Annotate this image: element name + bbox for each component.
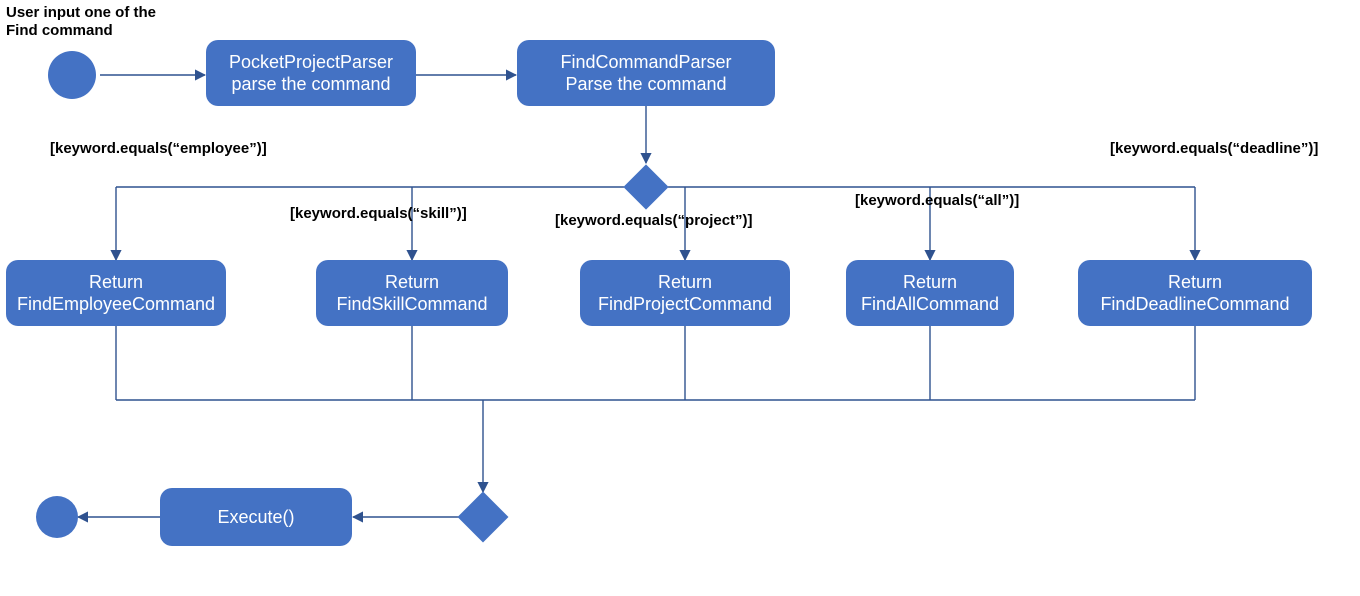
initial-node	[48, 51, 96, 99]
diagram-title: User input one of the Find command	[6, 4, 206, 40]
node-line: FindCommandParser	[560, 51, 731, 74]
node-line: PocketProjectParser	[229, 51, 393, 74]
node-findcommandparser: FindCommandParser Parse the command	[517, 40, 775, 106]
guard-project: [keyword.equals(“project”)]	[555, 212, 753, 229]
node-pocketprojectparser: PocketProjectParser parse the command	[206, 40, 416, 106]
node-line: Parse the command	[565, 73, 726, 96]
decision-node	[623, 164, 668, 209]
guard-all: [keyword.equals(“all”)]	[855, 192, 1019, 209]
node-line: Return	[89, 271, 143, 294]
node-line: Return	[1168, 271, 1222, 294]
guard-deadline: [keyword.equals(“deadline”)]	[1110, 140, 1318, 157]
guard-employee: [keyword.equals(“employee”)]	[50, 140, 267, 157]
title-line-2: Find command	[6, 22, 206, 40]
node-return-all: Return FindAllCommand	[846, 260, 1014, 326]
node-line: FindSkillCommand	[336, 293, 487, 316]
node-line: FindEmployeeCommand	[17, 293, 215, 316]
node-line: parse the command	[231, 73, 390, 96]
node-line: Return	[903, 271, 957, 294]
guard-skill: [keyword.equals(“skill”)]	[290, 205, 467, 222]
node-line: FindProjectCommand	[598, 293, 772, 316]
node-line: Execute()	[217, 506, 294, 529]
node-line: Return	[385, 271, 439, 294]
merge-node	[458, 492, 509, 543]
node-return-deadline: Return FindDeadlineCommand	[1078, 260, 1312, 326]
node-line: FindDeadlineCommand	[1100, 293, 1289, 316]
node-return-project: Return FindProjectCommand	[580, 260, 790, 326]
node-line: FindAllCommand	[861, 293, 999, 316]
node-return-skill: Return FindSkillCommand	[316, 260, 508, 326]
final-node	[36, 496, 78, 538]
node-line: Return	[658, 271, 712, 294]
title-line-1: User input one of the	[6, 4, 206, 22]
node-return-employee: Return FindEmployeeCommand	[6, 260, 226, 326]
node-execute: Execute()	[160, 488, 352, 546]
